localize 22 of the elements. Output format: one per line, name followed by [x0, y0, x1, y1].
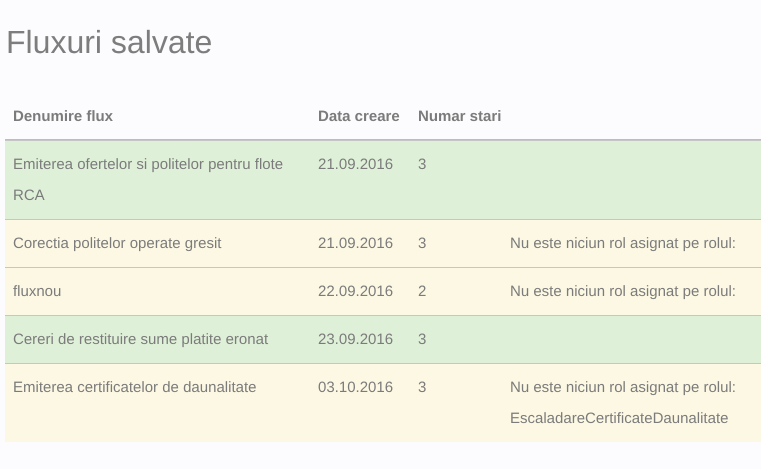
column-header: Numar stari — [418, 107, 502, 127]
creation-date: 22.09.2016 — [318, 283, 394, 300]
state-count: 3 — [418, 331, 426, 348]
state-count: 3 — [418, 235, 426, 252]
state-count: 3 — [418, 156, 426, 173]
column-header: Denumire flux — [13, 107, 114, 127]
flow-name: Emiterea ofertelor si politelor pentru flote RCA — [13, 156, 284, 204]
state-count: 3 — [418, 379, 426, 396]
flow-name: Corectia politelor operate gresit — [13, 235, 222, 252]
column-header: Data creare — [318, 107, 400, 127]
creation-date: 23.09.2016 — [318, 331, 394, 348]
state-count: 2 — [418, 283, 426, 300]
warning-message: Nu este niciun rol asignat pe rolul: — [510, 235, 736, 252]
creation-date: 21.09.2016 — [318, 235, 394, 252]
warning-message: Nu este niciun rol asignat pe rolul: EscaladareCertificateDaunalitate — [510, 379, 736, 427]
creation-date: 03.10.2016 — [318, 379, 394, 396]
flow-name: fluxnou — [13, 283, 62, 300]
flow-name: Emiterea certificatelor de daunalitate — [13, 379, 256, 396]
flow-name: Cereri de restituire sume platite eronat — [13, 331, 268, 348]
warning-message: Nu este niciun rol asignat pe rolul: — [510, 283, 736, 300]
page-title: Fluxuri salvate — [5, 23, 214, 62]
creation-date: 21.09.2016 — [318, 156, 394, 173]
